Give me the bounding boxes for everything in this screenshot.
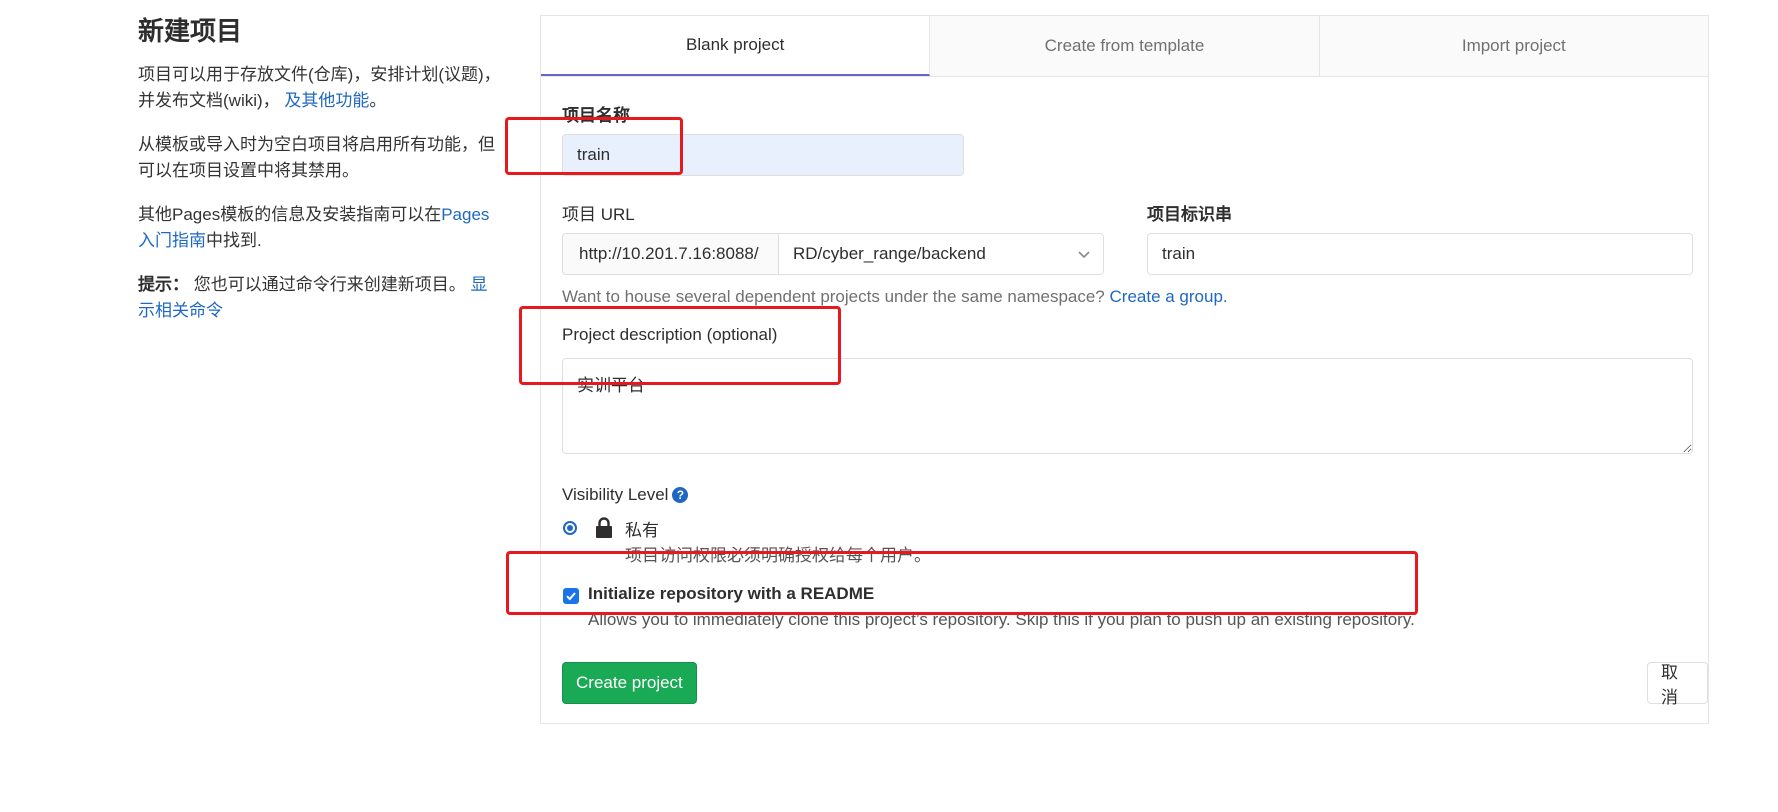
tip-label: 提示：	[138, 275, 189, 294]
namespace-help: Want to house several dependent projects…	[562, 287, 1228, 307]
project-slug-label: 项目标识串	[1147, 205, 1232, 224]
annotation-box-readme	[506, 551, 1418, 615]
visibility-private-label: 私有	[625, 521, 659, 540]
namespace-select[interactable]: RD/cyber_range/backend	[778, 233, 1104, 275]
tab-import-project[interactable]: Import project	[1320, 16, 1708, 76]
page-title: 新建项目	[138, 16, 243, 46]
visibility-label: Visibility Level?	[562, 485, 689, 505]
create-group-link[interactable]: Create a group.	[1110, 287, 1228, 306]
chevron-down-icon	[1078, 251, 1090, 259]
project-url-prefix: http://10.201.7.16:8088/	[562, 233, 778, 275]
intro-tip: 提示： 您也可以通过命令行来创建新项目。 显示相关命令	[138, 272, 504, 324]
more-features-link[interactable]: 及其他功能	[284, 91, 369, 110]
tab-create-from-template[interactable]: Create from template	[930, 16, 1320, 76]
lock-icon	[596, 517, 612, 538]
tab-blank-project[interactable]: Blank project	[541, 16, 931, 76]
visibility-private-radio[interactable]	[563, 521, 577, 535]
intro-paragraph-1: 项目可以用于存放文件(仓库)，安排计划(议题)，并发布文档(wiki)， 及其他…	[138, 62, 504, 114]
cancel-button[interactable]: 取消	[1647, 662, 1708, 707]
project-slug-input[interactable]	[1147, 233, 1693, 275]
intro-p3-end: 中找到.	[206, 231, 262, 250]
intro-p1-end: 。	[369, 91, 387, 110]
tip-text: 您也可以通过命令行来创建新项目。	[193, 275, 466, 294]
annotation-box-project-name	[505, 117, 683, 175]
visibility-label-text: Visibility Level	[562, 485, 669, 504]
intro-p3-text: 其他Pages模板的信息及安装指南可以在	[138, 205, 442, 224]
project-url-label: 项目 URL	[562, 205, 635, 224]
intro-paragraph-2: 从模板或导入时为空白项目将启用所有功能，但可以在项目设置中将其禁用。	[138, 135, 495, 180]
annotation-box-description	[519, 306, 841, 385]
namespace-help-text: Want to house several dependent projects…	[562, 287, 1105, 306]
create-project-button[interactable]: Create project	[562, 662, 697, 704]
project-tabs: Blank project Create from template Impor…	[541, 16, 1708, 77]
namespace-select-value: RD/cyber_range/backend	[793, 244, 986, 263]
help-icon[interactable]: ?	[672, 487, 689, 503]
intro-paragraph-3: 其他Pages模板的信息及安装指南可以在Pages入门指南中找到.	[138, 202, 504, 254]
intro-column: 新建项目 项目可以用于存放文件(仓库)，安排计划(议题)，并发布文档(wiki)…	[138, 14, 504, 342]
